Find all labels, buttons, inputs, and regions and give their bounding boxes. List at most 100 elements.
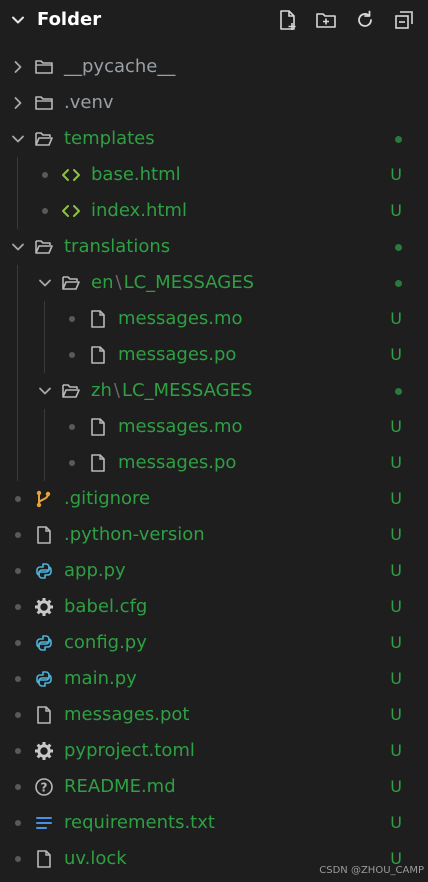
chevron-right-icon[interactable]: [10, 95, 26, 111]
folder-row[interactable]: .venv: [0, 85, 428, 121]
collapse-all-icon[interactable]: [393, 9, 415, 31]
tree-item-label: en \ LC_MESSAGES: [91, 271, 254, 295]
git-status-untracked: U: [390, 345, 402, 364]
tree-item-label: config.py: [64, 631, 147, 655]
path-separator: \: [113, 380, 120, 401]
tree-item-name: app.py: [64, 560, 126, 581]
refresh-icon[interactable]: [354, 9, 376, 31]
git-status-untracked: U: [390, 669, 402, 688]
git-status-untracked: U: [390, 201, 402, 220]
file-row[interactable]: ? README.md U: [0, 769, 428, 805]
git-status-untracked: U: [390, 777, 402, 796]
file-icon: [91, 454, 105, 472]
tree-dot: [42, 172, 48, 178]
tree-dot: [15, 856, 21, 862]
git-status-untracked: U: [390, 813, 402, 832]
tree-item-label: messages.mo: [118, 307, 243, 331]
tree-item-label: .python-version: [64, 523, 205, 547]
file-tree: __pycache__ .venv templates base.html Uindex…: [0, 49, 428, 877]
tree-item-name: main.py: [64, 668, 137, 689]
list-icon: [36, 817, 52, 829]
tree-item-name: messages.mo: [118, 308, 243, 329]
tree-dot: [15, 640, 21, 646]
tree-item-name: README.md: [64, 776, 176, 797]
tree-dot: [15, 568, 21, 574]
file-row[interactable]: pyproject.toml U: [0, 733, 428, 769]
folder-row[interactable]: translations: [0, 229, 428, 265]
tree-dot: [15, 784, 21, 790]
file-row[interactable]: messages.po U: [0, 337, 428, 373]
file-row[interactable]: main.py U: [0, 661, 428, 697]
chevron-down-icon[interactable]: [10, 12, 26, 28]
chevron-down-icon[interactable]: [37, 383, 53, 399]
tree-item-name: .venv: [64, 92, 114, 113]
tree-item-label: uv.lock: [64, 847, 127, 871]
file-row[interactable]: index.html U: [0, 193, 428, 229]
tree-item-name: en: [91, 272, 114, 293]
git-status-untracked: U: [390, 741, 402, 760]
chevron-down-icon[interactable]: [10, 239, 26, 255]
tree-item-label: base.html: [91, 163, 181, 187]
file-row[interactable]: messages.mo U: [0, 301, 428, 337]
indent-guide: [44, 301, 45, 373]
tree-item-name: requirements.txt: [64, 812, 215, 833]
file-icon: [91, 418, 105, 436]
chevron-right-icon[interactable]: [10, 59, 26, 75]
file-row[interactable]: requirements.txt U: [0, 805, 428, 841]
tree-item-subname: LC_MESSAGES: [123, 272, 254, 293]
file-icon: [91, 310, 105, 328]
file-row[interactable]: config.py U: [0, 625, 428, 661]
tree-item-name: messages.pot: [64, 704, 190, 725]
tree-item-label: app.py: [64, 559, 126, 583]
git-status-untracked: U: [390, 417, 402, 436]
git-status-untracked: U: [390, 561, 402, 580]
tree-item-label: messages.mo: [118, 415, 243, 439]
tree-item-name: messages.mo: [118, 416, 243, 437]
folder-title: Folder: [37, 9, 102, 30]
tree-item-name: messages.po: [118, 344, 237, 365]
tree-dot: [15, 676, 21, 682]
tree-dot: [15, 532, 21, 538]
git-status-untracked: U: [390, 165, 402, 184]
tree-item-name: zh: [91, 380, 112, 401]
tree-dot: [69, 352, 75, 358]
folder-row[interactable]: __pycache__: [0, 49, 428, 85]
folder-row[interactable]: zh \ LC_MESSAGES: [0, 373, 428, 409]
git-status-untracked: U: [390, 453, 402, 472]
tree-item-name: __pycache__: [64, 56, 176, 77]
tree-item-label: main.py: [64, 667, 137, 691]
tree-item-label: requirements.txt: [64, 811, 215, 835]
git-status-dot: [395, 388, 402, 395]
new-folder-icon[interactable]: [315, 9, 337, 31]
tree-item-name: uv.lock: [64, 848, 127, 869]
folder-open-icon: [35, 240, 53, 254]
file-row[interactable]: .python-version U: [0, 517, 428, 553]
git-status-untracked: U: [390, 309, 402, 328]
chevron-down-icon[interactable]: [37, 275, 53, 291]
python-icon: [36, 563, 52, 579]
folder-open-icon: [62, 276, 80, 290]
svg-text:?: ?: [41, 781, 48, 795]
tree-dot: [69, 316, 75, 322]
folder-row[interactable]: templates: [0, 121, 428, 157]
file-row[interactable]: .gitignore U: [0, 481, 428, 517]
file-row[interactable]: messages.po U: [0, 445, 428, 481]
folder-row[interactable]: en \ LC_MESSAGES: [0, 265, 428, 301]
tree-item-label: __pycache__: [64, 55, 175, 79]
git-status-untracked: U: [390, 489, 402, 508]
new-file-icon[interactable]: [277, 9, 299, 31]
file-row[interactable]: messages.pot U: [0, 697, 428, 733]
tree-item-label: zh \ LC_MESSAGES: [91, 379, 252, 403]
chevron-down-icon[interactable]: [10, 131, 26, 147]
tree-item-label: babel.cfg: [64, 595, 147, 619]
tree-dot: [15, 712, 21, 718]
file-row[interactable]: messages.mo U: [0, 409, 428, 445]
tree-item-label: .gitignore: [64, 487, 150, 511]
file-row[interactable]: babel.cfg U: [0, 589, 428, 625]
file-row[interactable]: base.html U: [0, 157, 428, 193]
python-icon: [36, 635, 52, 651]
indent-guide: [44, 409, 45, 481]
tree-dot: [69, 460, 75, 466]
tree-dot: [15, 496, 21, 502]
file-row[interactable]: app.py U: [0, 553, 428, 589]
